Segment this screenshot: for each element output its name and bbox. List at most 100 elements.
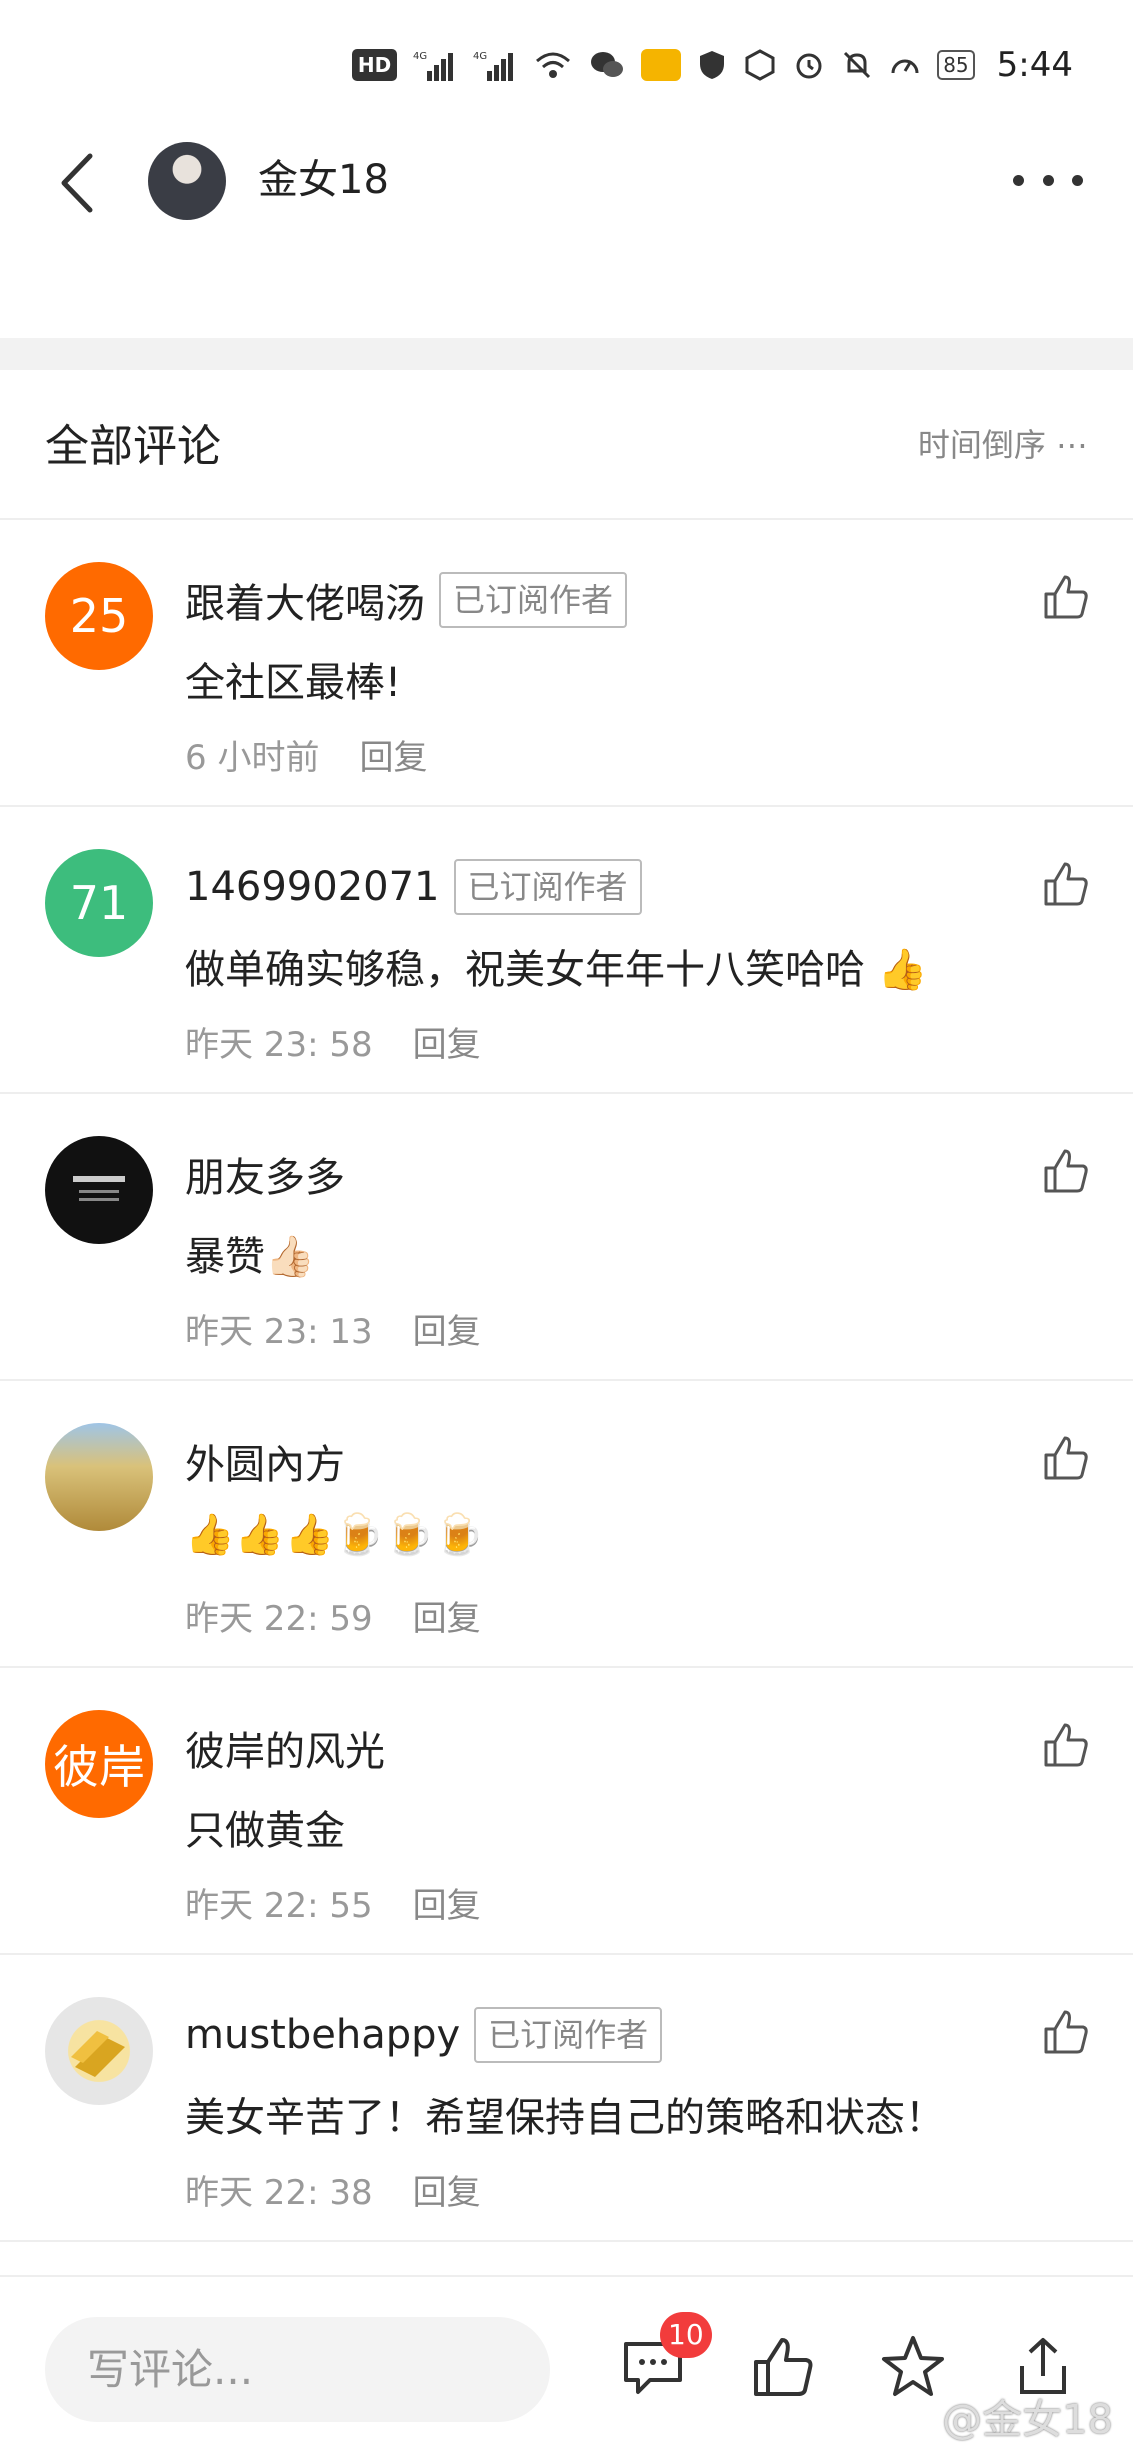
like-button[interactable] xyxy=(1041,572,1091,622)
subscribed-badge: 已订阅作者 xyxy=(439,572,628,628)
comment-name-row: mustbehappy 已订阅作者 xyxy=(185,2005,663,2065)
message-icon xyxy=(641,49,682,81)
comment-time: 6 小时前 xyxy=(185,738,320,778)
bottom-bar: 写评论... 10 @金女18 xyxy=(0,2275,1133,2453)
comments-header: 全部评论 时间倒序 ⋯ xyxy=(0,370,1133,520)
more-dot xyxy=(1042,174,1054,186)
hd-icon: HD xyxy=(351,49,398,81)
more-dot xyxy=(1072,174,1083,186)
comment-item: 71 1469902071 已订阅作者 做单确实够稳，祝美女年年十八笑哈哈 👍 … xyxy=(0,807,1133,1094)
clock: 5:44 xyxy=(996,45,1073,85)
comment-item: 外圆內方 👍👍👍🍺🍺🍺 昨天 22: 59 回复 xyxy=(0,1381,1133,1668)
commenter-avatar[interactable]: 25 xyxy=(45,562,153,670)
comment-list: 25 跟着大佬喝汤 已订阅作者 全社区最棒! 6 小时前 回复 71 14699… xyxy=(0,520,1133,2242)
commenter-avatar[interactable]: 彼岸 xyxy=(45,1710,153,1818)
comment-name-row: 朋友多多 xyxy=(185,1144,345,1204)
comment-meta: 昨天 23: 58 回复 xyxy=(185,1017,481,1066)
comment-meta: 昨天 23: 13 回复 xyxy=(185,1304,481,1353)
commenter-name[interactable]: mustbehappy xyxy=(185,2012,460,2058)
comment-item: 朋友多多 暴赞👍🏻 昨天 23: 13 回复 xyxy=(0,1094,1133,1381)
commenter-name[interactable]: 外圆內方 xyxy=(185,1432,345,1490)
comment-item: mustbehappy 已订阅作者 美女辛苦了！希望保持自己的策略和状态！ 昨天… xyxy=(0,1955,1133,2242)
comment-text: 暴赞👍🏻 xyxy=(185,1234,315,1280)
thumbs-up-icon xyxy=(1044,862,1088,906)
comment-meta: 昨天 22: 59 回复 xyxy=(185,1591,481,1640)
comment-item: 彼岸 彼岸的风光 只做黄金 昨天 22: 55 回复 xyxy=(0,1668,1133,1955)
like-button[interactable] xyxy=(1041,1433,1091,1483)
author-name[interactable]: 金女18 xyxy=(258,150,389,210)
comment-time: 昨天 22: 59 xyxy=(185,1599,373,1639)
thumbs-up-icon xyxy=(1044,2010,1088,2054)
wifi-icon xyxy=(533,49,573,81)
status-icons: HD 4G 4G 85 5:44 xyxy=(351,40,1073,90)
gold-bar-icon xyxy=(71,2031,125,2077)
section-divider xyxy=(0,338,1133,370)
comment-name-row: 外圆內方 xyxy=(185,1431,345,1491)
comment-time: 昨天 23: 58 xyxy=(185,1025,373,1065)
back-button[interactable] xyxy=(50,148,110,218)
watermark: @金女18 xyxy=(942,2397,1113,2443)
commenter-name[interactable]: 跟着大佬喝汤 xyxy=(185,571,425,629)
speed-icon xyxy=(889,49,921,81)
like-button[interactable] xyxy=(1041,859,1091,909)
comment-meta: 6 小时前 回复 xyxy=(185,730,427,779)
like-button[interactable] xyxy=(1041,2007,1091,2057)
like-button[interactable] xyxy=(1041,1720,1091,1770)
alarm-icon xyxy=(793,49,825,81)
commenter-avatar[interactable] xyxy=(45,1423,153,1531)
commenter-avatar[interactable] xyxy=(45,1997,153,2105)
comment-name-row: 1469902071 已订阅作者 xyxy=(185,857,642,917)
status-bar: HD 4G 4G 85 5:44 xyxy=(0,0,1133,130)
comment-name-row: 跟着大佬喝汤 已订阅作者 xyxy=(185,570,628,630)
comment-time: 昨天 22: 55 xyxy=(185,1886,373,1926)
comment-time: 昨天 22: 38 xyxy=(185,2173,373,2213)
shield-icon xyxy=(697,49,727,81)
comment-text: 只做黄金 xyxy=(185,1808,345,1854)
comment-time: 昨天 23: 13 xyxy=(185,1312,373,1352)
mute-icon xyxy=(841,49,873,81)
battery-icon: 85 xyxy=(937,50,975,80)
reply-button[interactable]: 回复 xyxy=(413,1591,481,1640)
sort-toggle[interactable]: 时间倒序 ⋯ xyxy=(918,420,1088,466)
commenter-avatar[interactable] xyxy=(45,1136,153,1244)
svg-text:4G: 4G xyxy=(473,51,487,62)
comment-name-row: 彼岸的风光 xyxy=(185,1718,385,1778)
comment-text: 美女辛苦了！希望保持自己的策略和状态！ xyxy=(185,2095,945,2141)
reply-button[interactable]: 回复 xyxy=(413,1878,481,1927)
comment-text: 做单确实够稳，祝美女年年十八笑哈哈 👍 xyxy=(185,947,928,993)
comment-item: 25 跟着大佬喝汤 已订阅作者 全社区最棒! 6 小时前 回复 xyxy=(0,520,1133,807)
like-button[interactable] xyxy=(1041,1146,1091,1196)
subscribed-badge: 已订阅作者 xyxy=(453,859,642,915)
commenter-avatar[interactable]: 71 xyxy=(45,849,153,957)
thumbs-up-icon xyxy=(1044,1436,1088,1480)
commenter-name[interactable]: 1469902071 xyxy=(185,864,440,910)
favorite-button[interactable] xyxy=(878,2332,948,2402)
reply-button[interactable]: 回复 xyxy=(413,1304,481,1353)
like-post-button[interactable] xyxy=(748,2332,818,2402)
author-avatar[interactable] xyxy=(148,142,226,220)
comment-text: 👍👍👍🍺🍺🍺 xyxy=(185,1512,484,1558)
subscribed-badge: 已订阅作者 xyxy=(474,2007,663,2063)
more-dot xyxy=(1013,174,1024,186)
thumbs-up-icon xyxy=(1044,575,1088,619)
reply-button[interactable]: 回复 xyxy=(413,2165,481,2214)
reply-button[interactable]: 回复 xyxy=(413,1017,481,1066)
more-button[interactable] xyxy=(1013,160,1083,200)
comment-meta: 昨天 22: 55 回复 xyxy=(185,1878,481,1927)
commenter-name[interactable]: 朋友多多 xyxy=(185,1145,345,1203)
avatar-image xyxy=(73,1176,125,1201)
hand-icon xyxy=(743,49,777,81)
thumbs-up-icon xyxy=(1044,1723,1088,1767)
star-icon xyxy=(882,2336,944,2396)
write-comment-input[interactable]: 写评论... xyxy=(45,2317,550,2422)
reply-button[interactable]: 回复 xyxy=(359,730,427,779)
signal-icon: 4G xyxy=(413,49,457,81)
header: 金女18 xyxy=(0,130,1133,230)
commenter-name[interactable]: 彼岸的风光 xyxy=(185,1719,385,1777)
signal-icon-2: 4G xyxy=(473,49,517,81)
chevron-left-icon xyxy=(61,153,93,213)
thumbs-up-icon xyxy=(1044,1149,1088,1193)
thumbs-up-icon xyxy=(754,2338,813,2396)
comment-text: 全社区最棒! xyxy=(185,660,402,706)
wechat-icon xyxy=(589,49,625,81)
